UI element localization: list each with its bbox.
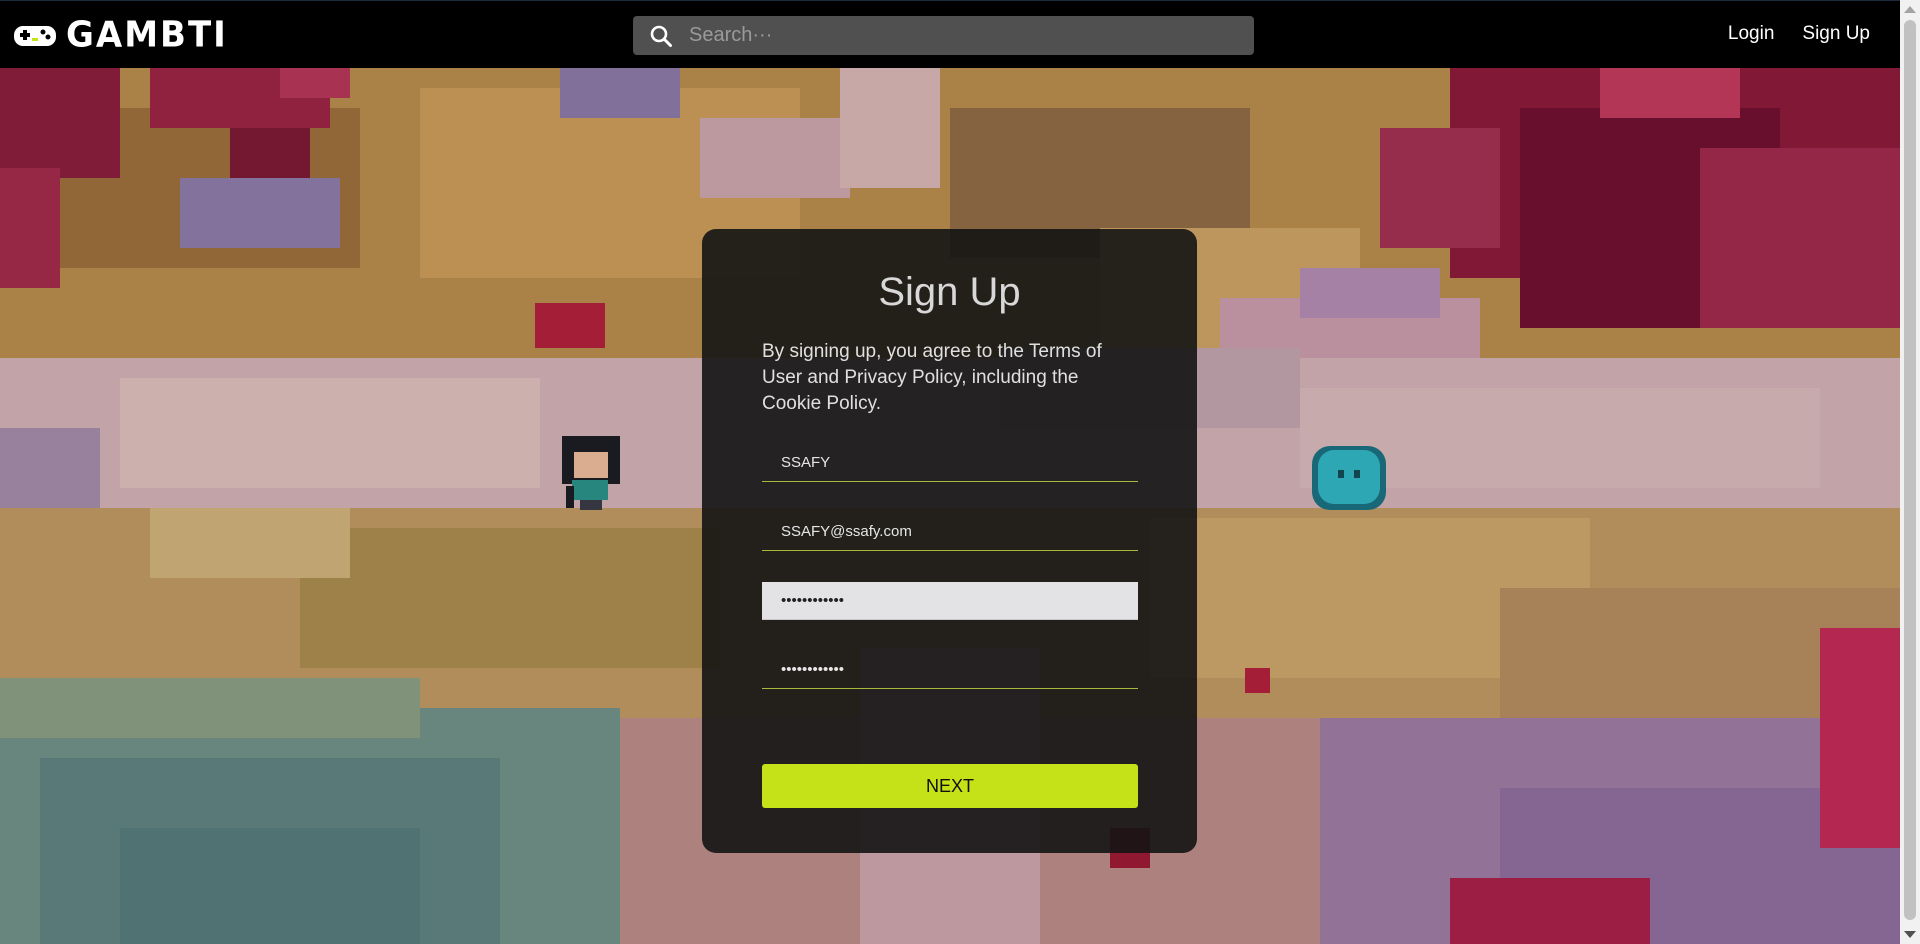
email-field-wrap <box>762 513 1138 551</box>
password-field[interactable] <box>762 582 1138 619</box>
search-icon <box>650 25 672 47</box>
search-bar[interactable] <box>633 16 1254 55</box>
password-confirm-field[interactable] <box>762 651 1138 688</box>
search-input[interactable] <box>689 16 1254 55</box>
page-scrollbar[interactable] <box>1900 0 1920 944</box>
signup-card: Sign Up By signing up, you agree to the … <box>702 229 1197 853</box>
terms-text: By signing up, you agree to the Terms of… <box>762 341 1102 414</box>
signup-link[interactable]: Sign Up <box>1802 23 1870 45</box>
signup-title: Sign Up <box>878 270 1021 314</box>
scroll-up-icon[interactable] <box>1904 6 1916 13</box>
scroll-thumb[interactable] <box>1904 20 1916 920</box>
password-field-wrap <box>762 582 1138 620</box>
username-field-wrap <box>762 444 1138 482</box>
login-link[interactable]: Login <box>1728 23 1775 45</box>
gamepad-icon <box>14 26 56 46</box>
page: GAMBTI Login Sign Up Sign Up By signing … <box>0 0 1920 944</box>
brand-logo[interactable]: GAMBTI <box>12 14 228 56</box>
search-icon-wrap[interactable] <box>633 16 689 55</box>
username-field[interactable] <box>762 444 1138 481</box>
logo-text: GAMBTI <box>66 14 228 56</box>
top-navbar: GAMBTI Login Sign Up <box>0 0 1900 68</box>
next-button[interactable]: NEXT <box>762 764 1138 808</box>
auth-links: Login Sign Up <box>1728 1 1870 67</box>
scroll-down-icon[interactable] <box>1904 931 1916 938</box>
password-confirm-field-wrap <box>762 651 1138 689</box>
email-field[interactable] <box>762 513 1138 550</box>
